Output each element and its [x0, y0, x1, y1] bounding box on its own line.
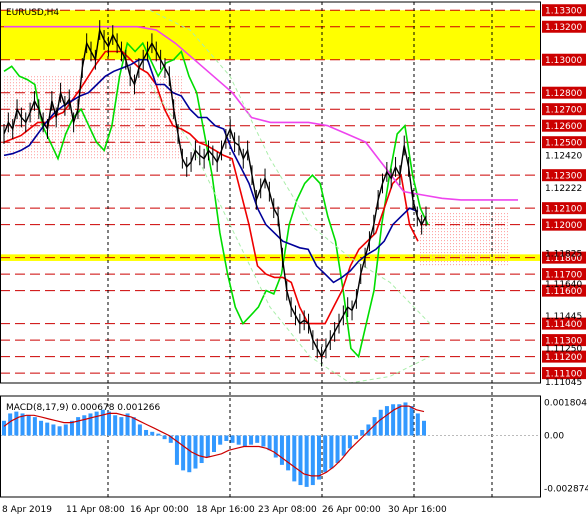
macd-scale-tick: -0.002874 — [544, 484, 588, 494]
macd-bar — [329, 435, 334, 469]
macd-bar — [100, 409, 105, 436]
macd-bar — [88, 413, 93, 436]
macd-bar — [150, 431, 155, 436]
macd-bar — [113, 415, 118, 436]
macd-bar — [144, 429, 149, 436]
price-scale-tick: 1.11445 — [545, 312, 582, 322]
macd-bar — [292, 435, 297, 482]
macd-bar — [2, 420, 6, 436]
macd-bar — [304, 435, 309, 487]
level-label: 1.12500 — [545, 139, 582, 149]
macd-bar — [14, 411, 19, 436]
macd-bar — [212, 435, 216, 453]
yellow-zone — [0, 10, 540, 60]
macd-bar — [57, 426, 62, 436]
eurusd-chart: 1.13300 1.13200 1.13000 1.12800 1.12700 1.126… — [0, 0, 588, 521]
level-label: 1.13000 — [545, 56, 582, 66]
macd-bar — [76, 417, 81, 436]
macd-bar — [131, 417, 136, 436]
symbol-label: EURUSD,H4 — [6, 8, 59, 18]
level-label: 1.13300 — [545, 7, 582, 17]
macd-bar — [181, 435, 186, 471]
level-label: 1.12800 — [545, 89, 582, 99]
macd-bar — [341, 435, 346, 456]
macd-bar — [193, 435, 198, 469]
macd-bar — [51, 424, 56, 436]
macd-bar — [279, 435, 284, 465]
macd-bar — [403, 402, 408, 436]
macd-bar — [230, 435, 235, 443]
macd-bar — [45, 422, 50, 436]
macd-bar — [249, 435, 254, 445]
macd-bar — [261, 435, 266, 447]
macd-bar — [224, 435, 229, 441]
level-label: 1.12600 — [545, 122, 582, 132]
macd-bar — [205, 435, 210, 458]
price-scale-tick: 1.11640 — [545, 280, 582, 290]
x-tick-label: 11 Apr 08:00 — [66, 505, 125, 515]
level-label: 1.13200 — [545, 23, 582, 33]
level-label: 1.12300 — [545, 172, 582, 182]
price-scale-tick: 1.11045 — [545, 378, 582, 388]
macd-bar — [8, 413, 13, 436]
macd-bar — [218, 435, 223, 445]
level-label: 1.12700 — [545, 106, 582, 116]
level-label: 1.12000 — [545, 221, 582, 231]
price-scale-tick: 1.12222 — [545, 184, 582, 194]
macd-bar — [199, 435, 204, 464]
macd-bar — [39, 420, 44, 436]
macd-bar — [286, 435, 291, 471]
x-tick-label: 18 Apr 16:00 — [196, 505, 255, 515]
macd-label: MACD(8,17,9) 0.000678 0.001266 — [6, 403, 161, 413]
macd-bar — [267, 435, 272, 451]
macd-bar — [63, 424, 68, 436]
macd-bar — [82, 415, 87, 436]
macd-bar — [335, 435, 340, 464]
macd-bar — [94, 411, 99, 436]
macd-bar — [187, 435, 192, 473]
price-scale-tick: 1.11825 — [545, 250, 582, 260]
macd-bar — [409, 406, 414, 436]
macd-bar — [32, 417, 37, 436]
macd-bar — [354, 435, 359, 440]
macd-bar — [119, 417, 124, 436]
macd-bar — [397, 404, 402, 436]
x-tick-label: 23 Apr 08:00 — [258, 505, 317, 515]
macd-bar — [347, 435, 352, 449]
macd-bar — [317, 435, 321, 480]
macd-bar — [107, 411, 111, 436]
macd-bar — [378, 409, 383, 436]
macd-bar — [26, 415, 31, 436]
macd-bar — [310, 435, 315, 486]
macd-scale-tick: 0.001804 — [544, 398, 587, 408]
macd-bar — [236, 435, 241, 445]
macd-bar — [255, 435, 260, 443]
macd-bar — [137, 424, 142, 436]
macd-bar — [162, 435, 167, 440]
macd-bar — [360, 429, 365, 436]
x-tick-label: 8 Apr 2019 — [2, 505, 52, 515]
x-tick-label: 16 Apr 00:00 — [130, 505, 189, 515]
macd-bar — [323, 435, 328, 473]
x-tick-label: 30 Apr 16:00 — [388, 505, 447, 515]
macd-bar — [156, 433, 161, 436]
macd-bar — [422, 420, 426, 436]
macd-bar — [242, 435, 247, 447]
macd-bar — [384, 406, 389, 436]
price-scale-tick: 1.11250 — [545, 344, 582, 354]
level-label: 1.12100 — [545, 205, 582, 215]
x-tick-label: 26 Apr 00:00 — [322, 505, 381, 515]
macd-bar — [415, 413, 420, 436]
macd-scale-tick: 0.00 — [544, 431, 564, 441]
price-scale-tick: 1.12420 — [545, 151, 582, 161]
macd-bar — [298, 435, 303, 486]
level-label: 1.11200 — [545, 353, 582, 363]
